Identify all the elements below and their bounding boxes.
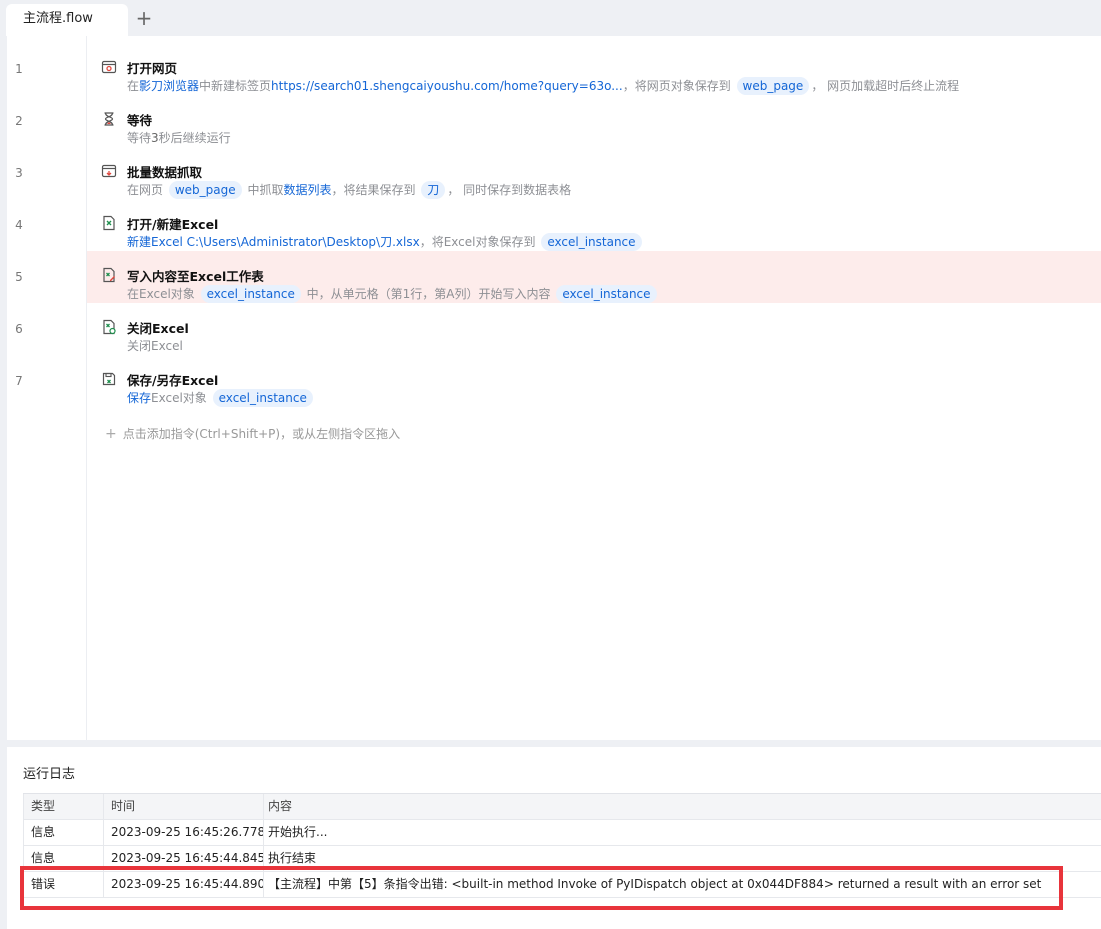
excel-write-icon [101, 267, 117, 283]
step-description-text: 在Excel对象 [127, 287, 199, 301]
step-title: 保存/另存Excel [127, 373, 219, 388]
step-description: 在影刀浏览器中新建标签页https://search01.shengcaiyou… [127, 77, 959, 95]
plus-icon: + [105, 426, 117, 442]
variable-tag[interactable]: excel_instance [541, 233, 642, 251]
step-description-text: 中，从单元格（第1行，第A列）开始写入内容 [302, 287, 555, 301]
step-param-link[interactable]: 数据列表 [283, 183, 331, 197]
tab-bar: 主流程.flow + [0, 0, 1101, 36]
flow-step[interactable]: 打开/新建Excel 新建Excel C:\Users\Administrator… [87, 199, 1101, 251]
flow-step[interactable]: 打开网页 在影刀浏览器中新建标签页https://search01.shengca… [87, 43, 1101, 95]
step-title: 等待 [127, 113, 153, 128]
variable-tag[interactable]: 刀 [421, 181, 446, 199]
step-description: 在Excel对象 excel_instance 中，从单元格（第1行，第A列）开… [127, 285, 659, 303]
line-number: 1 [15, 62, 23, 76]
log-header-row: 类型 时间 内容 [23, 794, 1101, 820]
step-description-text: 秒后继续运行 [158, 131, 231, 145]
step-description-text: ， 同时保存到数据表格 [447, 183, 572, 197]
log-row[interactable]: 信息 2023-09-25 16:45:44.845 执行结束 [23, 846, 1101, 872]
variable-tag[interactable]: excel_instance [556, 285, 657, 303]
excel-save-icon [101, 371, 117, 387]
step-title: 写入内容至Excel工作表 [127, 269, 264, 284]
log-content-cell: 执行结束 [268, 851, 317, 865]
step-description: 等待3秒后继续运行 [127, 129, 231, 147]
hourglass-icon [101, 111, 117, 127]
step-description-text: Excel对象 [151, 391, 211, 405]
line-number: 2 [15, 114, 23, 128]
step-description: 保存Excel对象 excel_instance [127, 389, 315, 407]
step-description-text: 中新建标签页 [199, 79, 272, 93]
browser-open-icon [101, 59, 117, 75]
step-title: 打开/新建Excel [127, 217, 219, 232]
line-number: 4 [15, 218, 23, 232]
step-description-text: ，将网页对象保存到 [622, 79, 735, 93]
step-param-link[interactable]: 新建Excel C:\Users\Administrator\Desktop\刀… [127, 235, 420, 249]
flow-step[interactable]: 写入内容至Excel工作表 在Excel对象 excel_instance 中，从… [87, 251, 1101, 303]
variable-tag[interactable]: web_page [736, 77, 810, 95]
step-param-link[interactable]: 保存 [127, 391, 151, 405]
step-description-text: 中抓取 [243, 183, 284, 197]
step-description-text: 在网页 [127, 183, 167, 197]
log-content-cell: 【主流程】中第【5】条指令出错: <built-in method Invoke… [268, 877, 1042, 891]
flow-step[interactable]: 关闭Excel 关闭Excel [87, 303, 1101, 355]
log-title: 运行日志 [23, 767, 76, 782]
variable-tag[interactable]: excel_instance [200, 285, 301, 303]
log-time-cell: 2023-09-25 16:45:44.845 [104, 846, 264, 871]
log-row[interactable]: 错误 2023-09-25 16:45:44.890 【主流程】中第【5】条指令出错… [23, 872, 1101, 898]
log-type-cell: 错误 [24, 872, 104, 897]
add-command-hint-text: 点击添加指令(Ctrl+Shift+P)，或从左侧指令区拖入 [122, 427, 401, 441]
variable-tag[interactable]: web_page [168, 181, 242, 199]
line-number: 5 [15, 270, 23, 284]
step-param-value[interactable]: 3 [151, 131, 159, 145]
log-type-cell: 信息 [24, 846, 104, 871]
step-description-text: 等待 [127, 131, 152, 145]
add-tab-button[interactable]: + [134, 6, 154, 30]
tab-main-flow[interactable]: 主流程.flow [6, 4, 128, 36]
log-row[interactable]: 信息 2023-09-25 16:45:26.778 开始执行... [23, 820, 1101, 846]
data-scrape-icon [101, 163, 117, 179]
step-description-text: ，将Excel对象保存到 [419, 235, 540, 249]
step-title: 打开网页 [127, 61, 178, 76]
flow-step[interactable]: 等待 等待3秒后继续运行 [87, 95, 1101, 147]
log-time-cell: 2023-09-25 16:45:44.890 [104, 872, 264, 897]
run-log-panel: 运行日志 类型 时间 内容 信息 2023-09-25 16:45:26.778 开… [7, 747, 1101, 929]
excel-close-icon [101, 319, 117, 335]
log-empty-area [23, 898, 1101, 908]
variable-tag[interactable]: excel_instance [212, 389, 313, 407]
flow-step[interactable]: 批量数据抓取 在网页 web_page 中抓取数据列表，将结果保存到 刀， 同时保… [87, 147, 1101, 199]
line-number: 7 [15, 374, 23, 388]
step-param-link[interactable]: 影刀浏览器 [139, 79, 199, 93]
log-header-time[interactable]: 时间 [104, 794, 264, 819]
step-title: 批量数据抓取 [127, 165, 203, 180]
flow-step[interactable]: 保存/另存Excel 保存Excel对象 excel_instance [87, 355, 1101, 407]
log-time-cell: 2023-09-25 16:45:26.778 [104, 820, 264, 845]
step-description: 在网页 web_page 中抓取数据列表，将结果保存到 刀， 同时保存到数据表格 [127, 181, 571, 199]
log-table: 类型 时间 内容 信息 2023-09-25 16:45:26.778 开始执行..… [23, 793, 1101, 908]
step-title: 关闭Excel [127, 321, 189, 336]
step-description-text: 关闭Excel [127, 339, 183, 353]
log-header-content[interactable]: 内容 [264, 794, 1101, 819]
line-number: 6 [15, 322, 23, 336]
step-param-link[interactable]: https://search01.shengcaiyoushu.com/home… [271, 79, 623, 93]
step-description-text: ， 网页加载超时后终止流程 [811, 79, 960, 93]
step-description-text: ，将结果保存到 [331, 183, 420, 197]
flow-editor: 1234567 打开网页 在影刀浏览器中新建标签页https://search01… [7, 36, 1101, 740]
add-command-hint[interactable]: + 点击添加指令(Ctrl+Shift+P)，或从左侧指令区拖入 [105, 425, 400, 442]
step-description: 新建Excel C:\Users\Administrator\Desktop\刀… [127, 233, 644, 251]
line-number-gutter: 1 2 3 4 5 6 7 [7, 36, 87, 740]
log-header-type[interactable]: 类型 [24, 794, 104, 819]
log-type-cell: 信息 [24, 820, 104, 845]
step-description-text: 在 [127, 79, 140, 93]
excel-open-icon [101, 215, 117, 231]
step-description: 关闭Excel [127, 337, 183, 355]
line-number: 3 [15, 166, 23, 180]
log-content-cell: 开始执行... [268, 825, 328, 839]
